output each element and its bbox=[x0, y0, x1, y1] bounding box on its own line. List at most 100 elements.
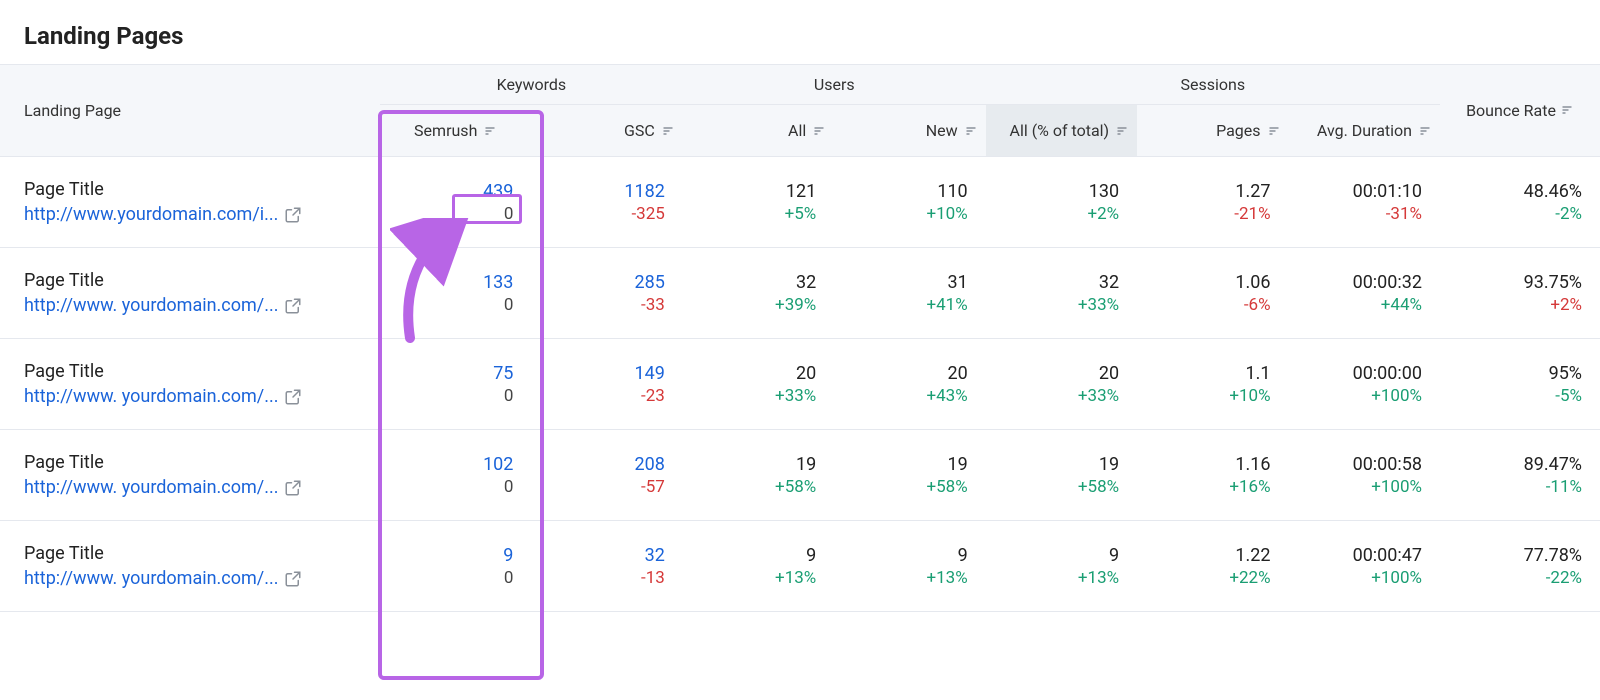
delta-users-all: +39% bbox=[695, 295, 816, 315]
external-link-icon[interactable] bbox=[284, 297, 302, 315]
sort-icon bbox=[483, 125, 497, 137]
cell-sessions-all: 9+13% bbox=[986, 521, 1137, 612]
delta-semrush: 0 bbox=[392, 386, 513, 406]
cell-semrush: 90 bbox=[380, 521, 531, 612]
delta-gsc: -33 bbox=[543, 295, 664, 315]
value-gsc[interactable]: 208 bbox=[543, 454, 664, 475]
col-bounce-rate[interactable]: Bounce Rate bbox=[1440, 65, 1600, 157]
delta-bounce: -11% bbox=[1452, 477, 1582, 497]
delta-duration: +100% bbox=[1301, 568, 1422, 588]
page-title-text: Page Title bbox=[24, 543, 368, 564]
group-keywords: Keywords bbox=[380, 65, 683, 105]
value-bounce: 48.46% bbox=[1452, 181, 1582, 202]
col-bounce-label: Bounce Rate bbox=[1466, 101, 1556, 120]
delta-sessions-all: +58% bbox=[998, 477, 1119, 497]
cell-semrush: 1330 bbox=[380, 248, 531, 339]
value-bounce: 77.78% bbox=[1452, 545, 1582, 566]
cell-landing-page: Page Title http://www.yourdomain.com/i... bbox=[0, 157, 380, 248]
table-row: Page Title http://www. yourdomain.com/...… bbox=[0, 521, 1600, 612]
value-semrush[interactable]: 75 bbox=[392, 363, 513, 384]
page-title-text: Page Title bbox=[24, 270, 368, 291]
delta-users-new: +13% bbox=[846, 568, 967, 588]
delta-users-new: +43% bbox=[846, 386, 967, 406]
col-sessions-all[interactable]: All (% of total) bbox=[986, 105, 1137, 157]
value-pages: 1.27 bbox=[1149, 181, 1270, 202]
page-title-text: Page Title bbox=[24, 361, 368, 382]
col-semrush-label: Semrush bbox=[414, 121, 477, 140]
value-sessions-all: 20 bbox=[998, 363, 1119, 384]
value-pages: 1.16 bbox=[1149, 454, 1270, 475]
cell-bounce: 89.47%-11% bbox=[1440, 430, 1600, 521]
value-gsc[interactable]: 149 bbox=[543, 363, 664, 384]
value-users-all: 32 bbox=[695, 272, 816, 293]
page-url-link[interactable]: http://www. yourdomain.com/... bbox=[24, 568, 278, 589]
col-sessions-all-label: All (% of total) bbox=[1010, 121, 1110, 140]
value-users-all: 121 bbox=[695, 181, 816, 202]
external-link-icon[interactable] bbox=[284, 479, 302, 497]
value-users-all: 9 bbox=[695, 545, 816, 566]
value-semrush[interactable]: 439 bbox=[392, 181, 513, 202]
cell-users-new: 19+58% bbox=[834, 430, 985, 521]
page-url-link[interactable]: http://www. yourdomain.com/... bbox=[24, 477, 278, 498]
sort-icon bbox=[1267, 125, 1281, 137]
col-gsc[interactable]: GSC bbox=[531, 105, 682, 157]
value-pages: 1.22 bbox=[1149, 545, 1270, 566]
col-users-all[interactable]: All bbox=[683, 105, 834, 157]
cell-semrush: 4390 bbox=[380, 157, 531, 248]
delta-users-all: +33% bbox=[695, 386, 816, 406]
value-semrush[interactable]: 133 bbox=[392, 272, 513, 293]
delta-duration: +100% bbox=[1301, 477, 1422, 497]
delta-users-all: +58% bbox=[695, 477, 816, 497]
cell-bounce: 77.78%-22% bbox=[1440, 521, 1600, 612]
page-url-link[interactable]: http://www. yourdomain.com/... bbox=[24, 295, 278, 316]
delta-semrush: 0 bbox=[392, 204, 513, 224]
table-row: Page Title http://www. yourdomain.com/...… bbox=[0, 339, 1600, 430]
cell-sessions-all: 20+33% bbox=[986, 339, 1137, 430]
col-sessions-duration[interactable]: Avg. Duration bbox=[1289, 105, 1440, 157]
page-url-link[interactable]: http://www. yourdomain.com/... bbox=[24, 386, 278, 407]
delta-pages: +10% bbox=[1149, 386, 1270, 406]
value-sessions-all: 130 bbox=[998, 181, 1119, 202]
page-title-text: Page Title bbox=[24, 179, 368, 200]
cell-users-all: 121+5% bbox=[683, 157, 834, 248]
external-link-icon[interactable] bbox=[284, 570, 302, 588]
col-semrush[interactable]: Semrush bbox=[380, 105, 531, 157]
value-gsc[interactable]: 1182 bbox=[543, 181, 664, 202]
cell-semrush: 1020 bbox=[380, 430, 531, 521]
cell-bounce: 95%-5% bbox=[1440, 339, 1600, 430]
cell-users-all: 20+33% bbox=[683, 339, 834, 430]
col-users-new[interactable]: New bbox=[834, 105, 985, 157]
col-landing-page[interactable]: Landing Page bbox=[0, 65, 380, 157]
table-row: Page Title http://www. yourdomain.com/...… bbox=[0, 248, 1600, 339]
sort-icon bbox=[812, 125, 826, 137]
delta-duration: +44% bbox=[1301, 295, 1422, 315]
external-link-icon[interactable] bbox=[284, 388, 302, 406]
value-gsc[interactable]: 32 bbox=[543, 545, 664, 566]
delta-bounce: +2% bbox=[1452, 295, 1582, 315]
page-title-text: Page Title bbox=[24, 452, 368, 473]
value-semrush[interactable]: 9 bbox=[392, 545, 513, 566]
cell-duration: 00:01:10-31% bbox=[1289, 157, 1440, 248]
value-users-new: 31 bbox=[846, 272, 967, 293]
value-users-new: 9 bbox=[846, 545, 967, 566]
col-sessions-pages[interactable]: Pages bbox=[1137, 105, 1288, 157]
cell-pages: 1.1+10% bbox=[1137, 339, 1288, 430]
external-link-icon[interactable] bbox=[284, 206, 302, 224]
value-bounce: 95% bbox=[1452, 363, 1582, 384]
value-sessions-all: 19 bbox=[998, 454, 1119, 475]
page-url-link[interactable]: http://www.yourdomain.com/i... bbox=[24, 204, 278, 225]
col-sessions-duration-label: Avg. Duration bbox=[1317, 121, 1412, 140]
delta-semrush: 0 bbox=[392, 295, 513, 315]
col-users-new-label: New bbox=[926, 121, 958, 140]
cell-pages: 1.16+16% bbox=[1137, 430, 1288, 521]
delta-sessions-all: +33% bbox=[998, 386, 1119, 406]
delta-gsc: -325 bbox=[543, 204, 664, 224]
value-sessions-all: 9 bbox=[998, 545, 1119, 566]
group-users: Users bbox=[683, 65, 986, 105]
value-gsc[interactable]: 285 bbox=[543, 272, 664, 293]
col-users-all-label: All bbox=[788, 121, 806, 140]
value-semrush[interactable]: 102 bbox=[392, 454, 513, 475]
cell-landing-page: Page Title http://www. yourdomain.com/... bbox=[0, 521, 380, 612]
delta-sessions-all: +2% bbox=[998, 204, 1119, 224]
delta-gsc: -57 bbox=[543, 477, 664, 497]
